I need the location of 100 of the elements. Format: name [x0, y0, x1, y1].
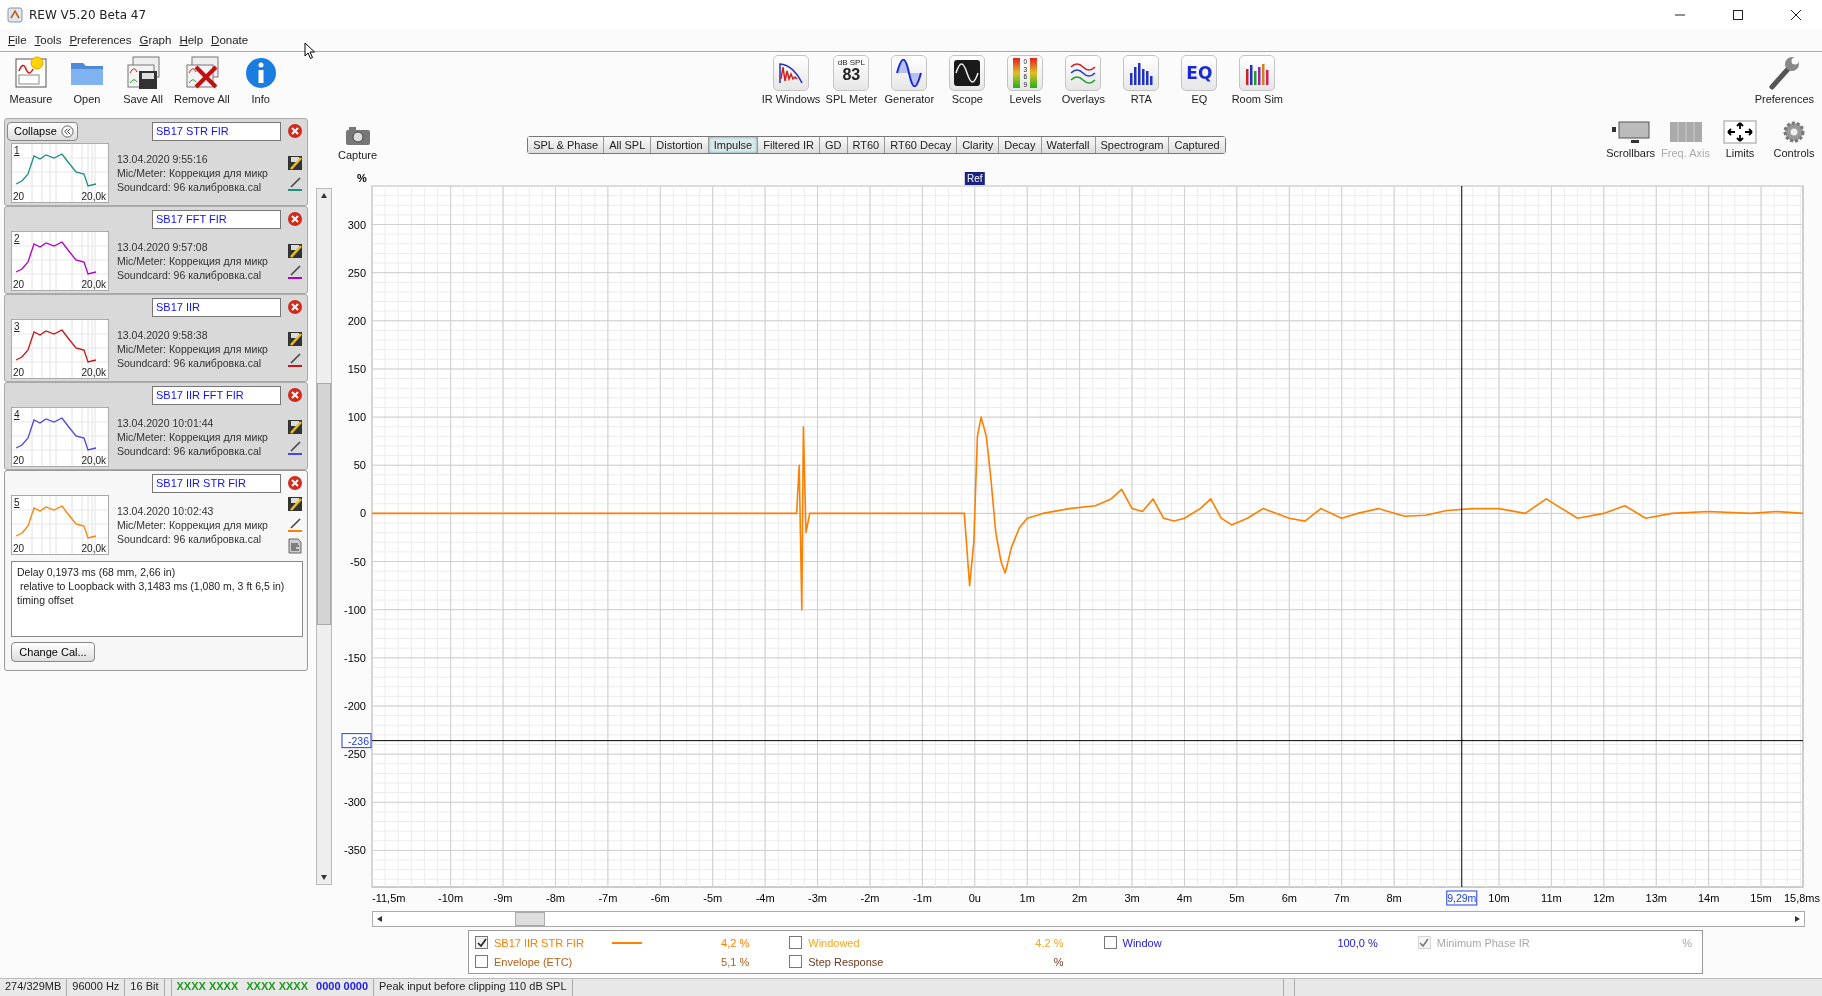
toolbar-button[interactable]: Save All	[118, 55, 168, 105]
toolbar-button[interactable]: RTA	[1114, 55, 1169, 105]
menu-item[interactable]: Graph	[139, 34, 172, 46]
toolbar-button[interactable]: Info	[235, 55, 286, 105]
y-axis-label: %	[357, 172, 367, 184]
save-icon[interactable]	[287, 496, 303, 512]
name-field[interactable]: SB17 STR FIR	[152, 121, 281, 141]
menu-item[interactable]: File	[8, 34, 27, 46]
axis-tick-label: 6m	[1281, 892, 1297, 904]
scroll-thumb[interactable]	[317, 383, 331, 625]
horizontal-scrollbar[interactable]	[372, 911, 1805, 927]
pen-icon[interactable]	[287, 517, 303, 533]
name-field[interactable]: SB17 FFT FIR	[152, 209, 281, 229]
menu-item[interactable]: Donate	[211, 34, 249, 46]
name-field[interactable]: SB17 IIR	[152, 297, 281, 317]
graph-tab[interactable]: Clarity	[957, 137, 1000, 153]
save-icon[interactable]	[287, 330, 303, 347]
toolbar-button[interactable]: Preferences	[1754, 55, 1814, 105]
graph-tab[interactable]: Filtered IR	[758, 137, 820, 153]
toolbar-button[interactable]: Remove All	[174, 55, 230, 105]
axis-tick-label: -2m	[860, 892, 880, 904]
vertical-scrollbar[interactable]	[316, 188, 332, 885]
menu-item[interactable]: Preferences	[69, 34, 132, 46]
axis-tick-label: -11,5m	[372, 892, 406, 904]
cursor-line[interactable]	[371, 740, 1804, 742]
axis-tick-label: 5m	[1229, 892, 1245, 904]
toolbar-button[interactable]: Overlays	[1056, 55, 1111, 105]
axis-tick-label: -5m	[703, 892, 723, 904]
axis-tick-label: -50	[350, 555, 366, 568]
save-icon[interactable]	[287, 418, 303, 435]
graph-tab[interactable]: Waterfall	[1041, 137, 1096, 153]
graph-tab[interactable]: RT60	[847, 137, 886, 153]
toolbar-button[interactable]: Room Sim	[1230, 55, 1285, 105]
up-arrow-icon[interactable]	[320, 192, 328, 200]
remove-icon[interactable]	[287, 387, 303, 403]
measurement-card[interactable]: SB17 FFT FIR 2 20 20,0k 13.04.2020 9:57:08 Mic/Meter: Коррекция для микр Soundcard: 96 калибровка.cal	[4, 206, 308, 294]
soundcard-info: Soundcard: 96 калибровка.cal	[117, 533, 263, 545]
graph-tab[interactable]: Distortion	[651, 137, 709, 153]
measurement-date: 13.04.2020 10:02:43	[117, 505, 215, 517]
graph-tab[interactable]: Impulse	[708, 137, 759, 153]
change-cal-button[interactable]: Change Cal...	[11, 642, 95, 662]
pen-icon[interactable]	[287, 439, 303, 456]
axis-tick-label: -4m	[755, 892, 775, 904]
toolbar-button[interactable]: Scope	[940, 55, 995, 105]
graph-tab[interactable]: Decay	[999, 137, 1042, 153]
pen-icon[interactable]	[287, 263, 303, 280]
graph-tab[interactable]: All SPL	[604, 137, 652, 153]
graph-tool-button[interactable]: Limits	[1716, 120, 1764, 159]
toolbar-button[interactable]: Measure	[6, 55, 56, 105]
toolbar-button[interactable]: Generator	[882, 55, 937, 105]
measurement-card[interactable]: SB17 IIR FFT FIR 4 20 20,0k 13.04.2020 10:01:44 Mic/Meter: Коррекция для микр Soundcard: 96 калибровка.cal	[4, 382, 308, 470]
checkbox[interactable]	[789, 936, 803, 949]
ref-marker[interactable]: Ref	[964, 172, 985, 185]
toolbar-button[interactable]: IR Windows	[761, 55, 821, 105]
save-icon[interactable]	[287, 154, 303, 171]
checkbox[interactable]	[789, 955, 803, 968]
toolbar-button[interactable]: dB SPL 83 SPL Meter	[824, 55, 879, 105]
cursor-line[interactable]	[1461, 185, 1463, 888]
soundcard-info: Soundcard: 96 калибровка.cal	[117, 357, 263, 369]
menu-item[interactable]: Tools	[34, 34, 62, 46]
left-arrow-icon[interactable]	[376, 915, 384, 923]
notes-icon[interactable]	[287, 538, 303, 554]
right-arrow-icon[interactable]	[1793, 915, 1801, 923]
measurement-card[interactable]: Collapse SB17 STR FIR 1 20 20,0k 13.04.2020 9:55:16 Mic/Meter: Коррекция для микр Soundcard: 96 калибровка.cal	[4, 118, 308, 206]
graph-tab[interactable]: Captured	[1169, 137, 1225, 153]
status-cell: 274/329MB	[0, 979, 68, 996]
pen-icon[interactable]	[287, 175, 303, 192]
remove-icon[interactable]	[287, 211, 303, 227]
name-field[interactable]: SB17 IIR STR FIR	[152, 473, 281, 493]
remove-icon[interactable]	[287, 299, 303, 315]
scroll-thumb[interactable]	[515, 912, 545, 926]
checkbox[interactable]	[1103, 936, 1117, 949]
pen-icon[interactable]	[287, 351, 303, 368]
axis-tick-label: 8m	[1386, 892, 1402, 904]
graph-tab[interactable]: SPL & Phase	[528, 137, 605, 153]
graph-tab[interactable]: RT60 Decay	[885, 137, 958, 153]
graph-tab[interactable]: GD	[820, 137, 848, 153]
menu-item[interactable]: Help	[179, 34, 204, 46]
collapse-button[interactable]: Collapse	[7, 121, 78, 141]
status-cell: 96000 Hz	[67, 979, 126, 996]
toolbar-button[interactable]: Open	[62, 55, 112, 105]
graph-tool-button[interactable]: Scrollbars	[1606, 120, 1656, 159]
toolbar-button[interactable]: EQ EQ	[1172, 55, 1227, 105]
graph-tool-button[interactable]: Controls	[1770, 120, 1818, 159]
down-arrow-icon[interactable]	[320, 873, 328, 881]
response-thumbnail: 3 20 20,0k	[11, 319, 109, 379]
measurement-card[interactable]	[4, 470, 308, 671]
measurement-date: 13.04.2020 9:57:08	[117, 241, 209, 253]
measurement-card[interactable]: SB17 IIR 3 20 20,0k 13.04.2020 9:58:38 Mic/Meter: Коррекция для микр Soundcard: 96 калибровка.cal	[4, 294, 308, 382]
axis-tick-label: -350	[343, 844, 366, 857]
checkbox[interactable]	[475, 955, 488, 968]
double-chevron-icon	[60, 124, 74, 138]
name-field[interactable]: SB17 IIR FFT FIR	[152, 385, 281, 405]
capture-button[interactable]: Capture	[338, 126, 378, 161]
graph-tab[interactable]: Spectrogram	[1095, 137, 1170, 153]
remove-icon[interactable]	[287, 123, 303, 139]
checkbox[interactable]	[475, 936, 488, 949]
save-icon[interactable]	[287, 242, 303, 259]
axis-tick-label: 0	[359, 507, 366, 520]
remove-icon[interactable]	[287, 475, 303, 491]
